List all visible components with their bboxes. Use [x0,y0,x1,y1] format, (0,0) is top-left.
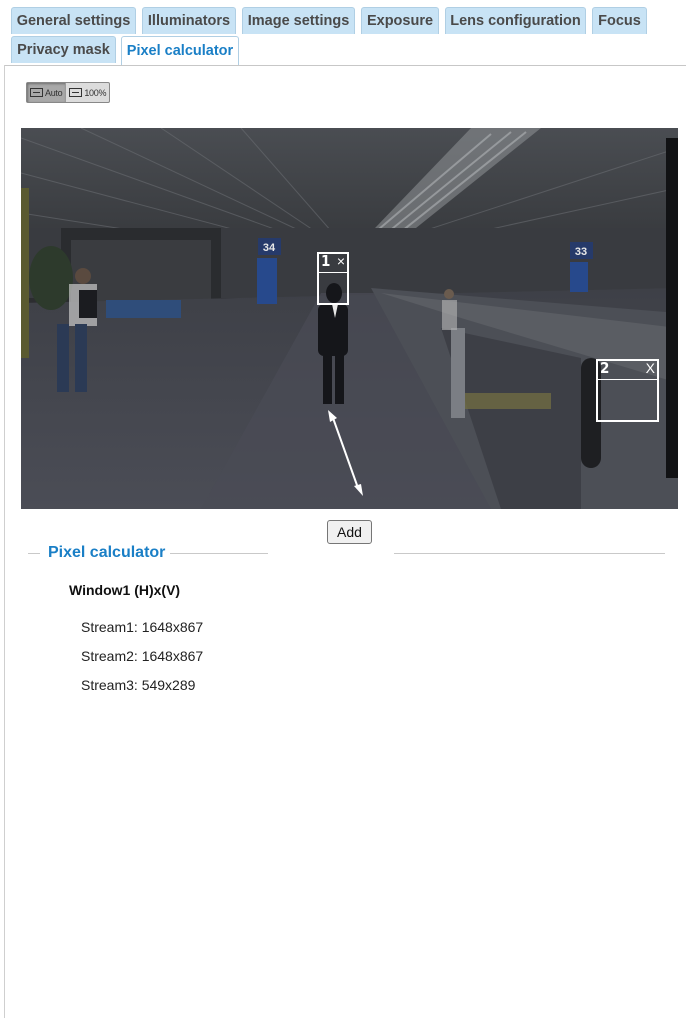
add-window-button[interactable]: Add [327,520,372,544]
tab-image-settings[interactable]: Image settings [242,7,355,34]
fit-icon [30,88,43,97]
zoom-auto-label: Auto [45,87,63,98]
window-2-divider [598,379,657,380]
window-1-divider [319,272,347,273]
panel-border [4,65,5,1018]
gate-sign-34: 34 [263,242,276,254]
window-1-resolution-heading: Window1 (H)x(V) [69,582,181,598]
tab-bar: General settings Illuminators Image sett… [0,0,686,66]
tab-focus[interactable]: Focus [592,7,647,34]
zoom-auto-button[interactable]: Auto [27,83,66,102]
window-1-number: 1 [321,252,331,270]
zoom-100-label: 100% [84,87,107,98]
actual-size-icon [69,88,83,97]
fieldset-line-mid [170,553,268,554]
stream-3-resolution: Stream3: 549x289 [81,677,196,693]
tab-illuminators[interactable]: Illuminators [142,7,236,34]
tab-privacy-mask[interactable]: Privacy mask [11,36,116,63]
window-1-close-icon[interactable]: × [337,253,345,269]
tab-divider [4,65,686,66]
window-2-number: 2 [600,359,610,377]
pixel-calculator-legend: Pixel calculator [48,544,166,561]
stream-1-resolution: Stream1: 1648x867 [81,619,204,635]
fieldset-line-right [394,553,665,554]
tab-lens-configuration[interactable]: Lens configuration [445,7,586,34]
zoom-toggle: Auto 100% [26,82,111,103]
window-2-close-icon[interactable]: X [646,360,655,376]
live-view[interactable]: 34 33 1 × 2 X [21,128,678,509]
fieldset-line-left [28,553,40,554]
zoom-100-button[interactable]: 100% [65,83,109,102]
tab-pixel-calculator[interactable]: Pixel calculator [121,36,239,66]
tab-general-settings[interactable]: General settings [11,7,136,34]
gate-sign-33: 33 [575,246,587,258]
camera-scene: 34 33 [21,128,678,509]
stream-2-resolution: Stream2: 1648x867 [81,648,204,664]
measure-window-1[interactable]: 1 × [317,252,349,305]
tab-exposure[interactable]: Exposure [361,7,439,34]
measure-window-2[interactable]: 2 X [596,359,659,422]
